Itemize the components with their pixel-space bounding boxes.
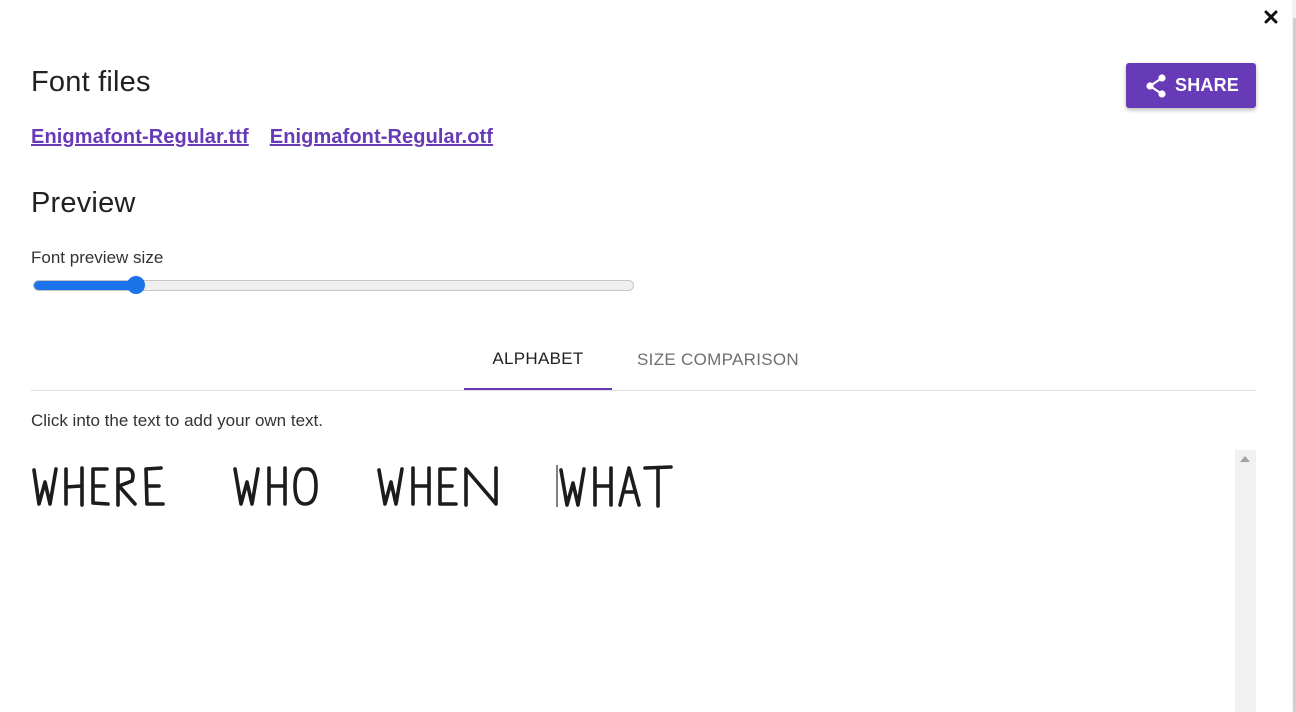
slider-fill (34, 281, 137, 290)
edit-hint-text: Click into the text to add your own text… (31, 411, 323, 430)
tab-size-comparison[interactable]: SIZE COMPARISON (629, 330, 807, 389)
preview-heading: Preview (31, 187, 136, 219)
sample-word (233, 466, 318, 506)
tab-alphabet[interactable]: ALPHABET (464, 330, 612, 390)
preview-scrollbar[interactable] (1235, 450, 1256, 712)
share-button-label: SHARE (1174, 75, 1239, 95)
font-details-dialog: Font files SHARE Enigmafont-Regular.ttf … (0, 0, 1296, 712)
share-button[interactable]: SHARE (1126, 63, 1256, 108)
scroll-up-arrow-icon[interactable] (1240, 456, 1250, 462)
slider-thumb[interactable] (126, 276, 145, 294)
close-icon (1264, 10, 1278, 24)
close-button[interactable] (1260, 6, 1282, 28)
sample-word (377, 466, 498, 507)
sample-text-render (32, 465, 673, 508)
font-preview-textarea[interactable] (31, 450, 1235, 712)
preview-tabs: ALPHABET SIZE COMPARISON (31, 330, 1256, 391)
otf-download-link[interactable]: Enigmafont-Regular.otf (270, 126, 493, 149)
font-file-links: Enigmafont-Regular.ttf Enigmafont-Regula… (31, 126, 493, 149)
sample-word (559, 465, 673, 508)
ttf-download-link[interactable]: Enigmafont-Regular.ttf (31, 126, 249, 149)
share-icon (1146, 73, 1166, 98)
font-preview-size-label: Font preview size (31, 248, 164, 267)
sample-word (32, 466, 165, 507)
font-size-slider[interactable] (33, 276, 634, 294)
font-files-heading: Font files (31, 66, 151, 98)
